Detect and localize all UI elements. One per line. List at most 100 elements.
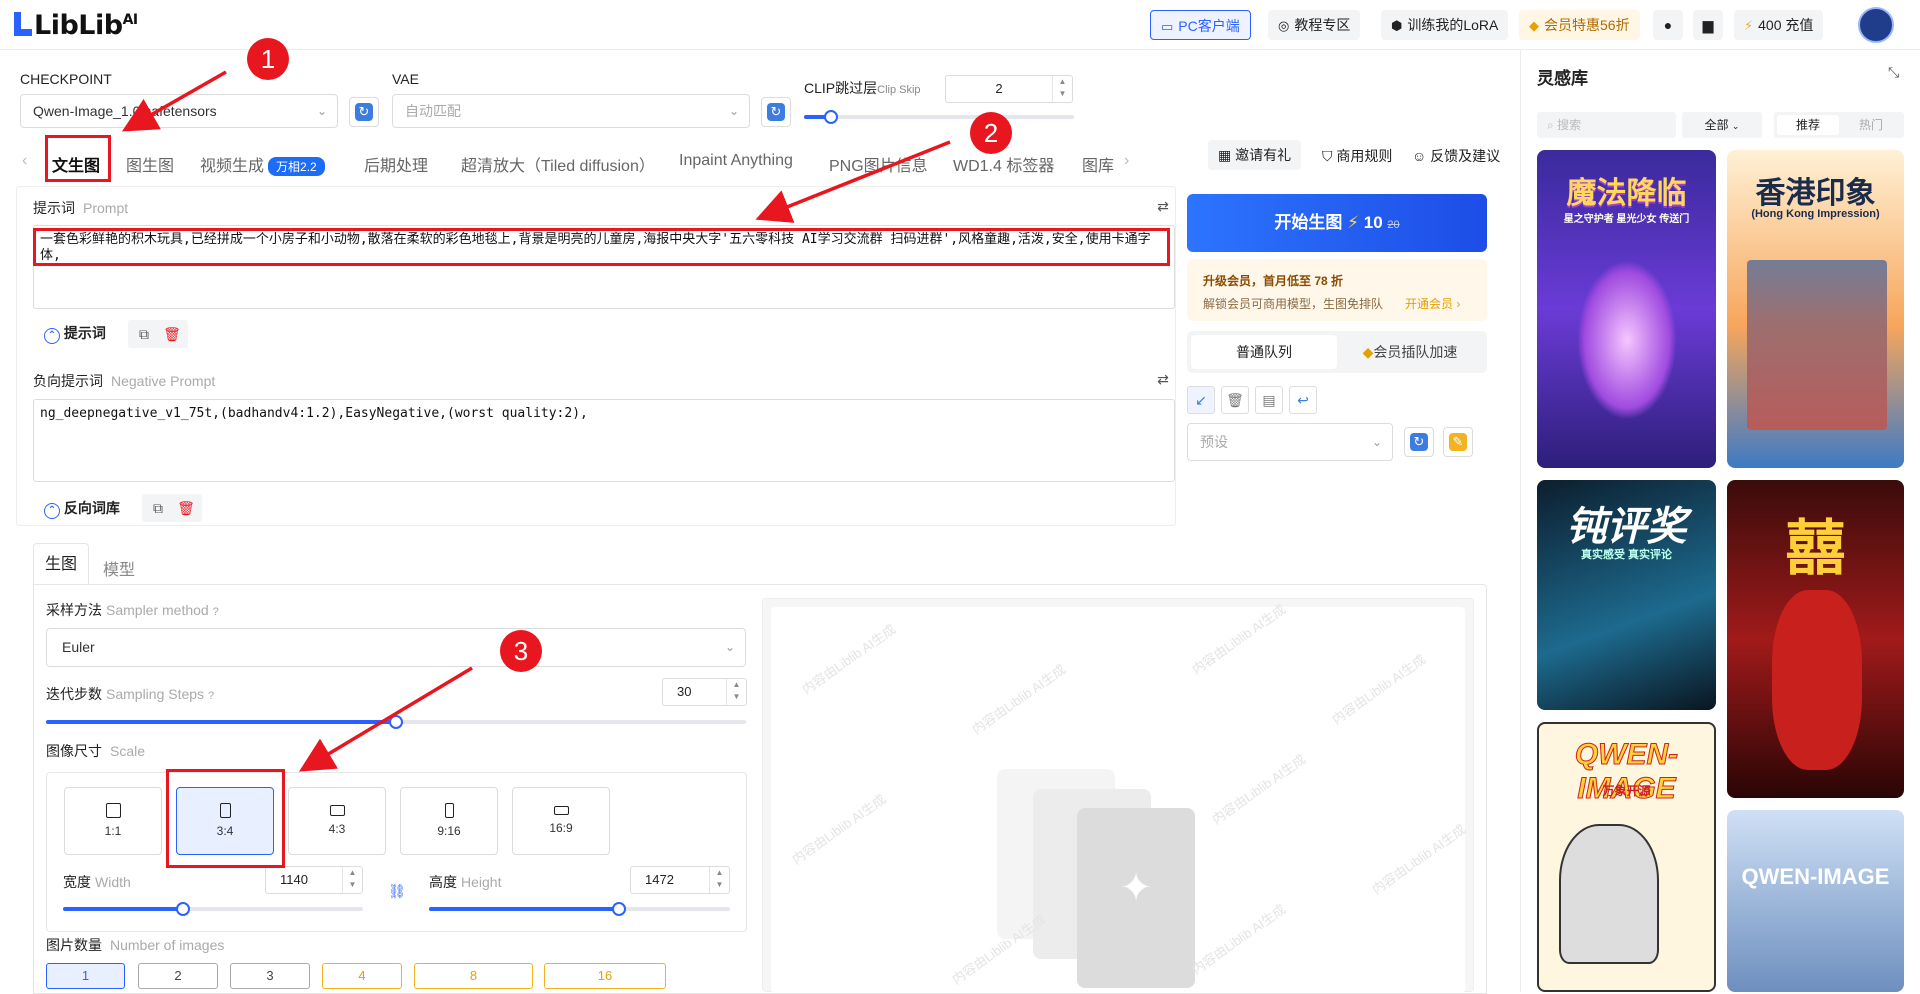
help-icon[interactable]: ? <box>208 690 214 702</box>
inspiration-card[interactable]: 囍 <box>1727 480 1904 798</box>
help-icon[interactable]: ? <box>213 606 219 618</box>
sampler-label: 采样方法 Sampler method ? <box>46 602 219 618</box>
logo-mark-icon <box>14 12 32 36</box>
tabs-scroll-right-icon[interactable]: › <box>1124 152 1129 170</box>
count-option-16[interactable]: 16 <box>544 963 666 989</box>
tab-hot[interactable]: 热门 <box>1840 115 1902 135</box>
checkpoint-label: CHECKPOINT <box>20 71 112 87</box>
preset-edit-button[interactable]: ✎ <box>1443 427 1473 457</box>
invite-link[interactable]: ▦ 邀请有礼 <box>1208 140 1302 170</box>
clip-skip-slider[interactable] <box>804 110 1074 124</box>
inspiration-card[interactable]: 魔法降临 星之守护者 星光少女 传送门 <box>1537 150 1716 468</box>
height-input[interactable]: 1472 ▲ ▼ <box>630 866 730 894</box>
preset-select[interactable]: 预设 ⌄ <box>1187 423 1393 461</box>
clip-skip-input[interactable]: 2 ▲ ▼ <box>945 75 1073 103</box>
stepper-arrows-icon[interactable]: ▲ ▼ <box>1052 76 1072 102</box>
collapse-icon[interactable]: ⤡ <box>1888 64 1899 81</box>
train-lora-button[interactable]: ⬢ 训练我的LoRA <box>1381 10 1509 40</box>
tab-img2img[interactable]: 图生图 <box>126 152 174 176</box>
copy-icon[interactable]: ⧉ <box>148 498 168 518</box>
annotation-badge-2: 2 <box>970 112 1012 154</box>
trash-icon[interactable]: 🗑 <box>176 498 196 518</box>
prompt-library-toggle[interactable]: ⌃ 提示词 <box>44 323 106 344</box>
stepper-arrows-icon[interactable]: ▲ ▼ <box>709 867 729 893</box>
link-icon[interactable]: ⛓ <box>386 880 408 902</box>
chevron-up-icon: ⌃ <box>44 328 60 344</box>
inspiration-filter[interactable]: 全部 ⌄ <box>1682 112 1762 138</box>
generate-button[interactable]: 开始生图 ⚡ 10 20 <box>1187 194 1487 252</box>
negative-library-toggle[interactable]: ⌃ 反向词库 <box>44 498 120 519</box>
recharge-button[interactable]: ⚡ 400 充值 <box>1734 10 1824 40</box>
inspiration-card[interactable]: 钝评奖 真实感受 真实评论 <box>1537 480 1716 710</box>
inspiration-card[interactable]: 香港印象 (Hong Kong Impression) <box>1727 150 1904 468</box>
ratio-9-16[interactable]: 9:16 <box>400 787 498 855</box>
count-option-3[interactable]: 3 <box>230 963 310 989</box>
trash-icon[interactable]: 🗑 <box>162 324 182 344</box>
user-avatar[interactable] <box>1858 7 1894 43</box>
count-option-2[interactable]: 2 <box>138 963 218 989</box>
tab-tiled-diffusion[interactable]: 超清放大（Tiled diffusion） <box>461 152 655 176</box>
annotation-box-3 <box>166 769 285 868</box>
open-vip-link[interactable]: 开通会员 › <box>1405 295 1460 312</box>
tab-recommended[interactable]: 推荐 <box>1777 115 1839 135</box>
checkpoint-refresh-button[interactable]: ↻ <box>349 97 379 127</box>
width-label: 宽度 Width <box>63 874 131 890</box>
tabs-scroll-left-icon[interactable]: ‹ <box>22 152 27 170</box>
vip-discount-button[interactable]: ◆ 会员特惠56折 <box>1519 10 1640 40</box>
top-bar: LibLibAI ▭ PC客户端 ◎ 教程专区 ⬢ 训练我的LoRA ◆ 会员特惠56折… <box>0 0 1920 50</box>
count-option-1[interactable]: 1 <box>46 963 125 989</box>
negative-tools: ⧉ 🗑 <box>142 494 202 522</box>
vae-refresh-button[interactable]: ↻ <box>761 97 791 127</box>
tab-gallery[interactable]: 图库 <box>1082 152 1114 176</box>
liblib-logo[interactable]: LibLibAI <box>14 10 138 41</box>
vip-queue-button[interactable]: ◆会员插队加速 <box>1337 335 1483 369</box>
tab-postprocess[interactable]: 后期处理 <box>364 152 428 176</box>
height-label: 高度 Height <box>429 874 502 890</box>
compass-icon: ◎ <box>1278 18 1290 33</box>
inspiration-search[interactable]: ⌕ 搜索 <box>1537 112 1676 138</box>
tab-wd14-tagger[interactable]: WD1.4 标签器 <box>953 152 1054 176</box>
send-icon[interactable]: ↙ <box>1187 386 1215 414</box>
steps-input[interactable]: 30 ▲ ▼ <box>662 678 747 706</box>
messages-button[interactable]: ● <box>1653 10 1683 40</box>
undo-icon[interactable]: ↩ <box>1289 386 1317 414</box>
inspiration-card[interactable]: QWEN-IMAGE 万象开源 <box>1537 722 1716 992</box>
ratio-16-9[interactable]: 16:9 <box>512 787 610 855</box>
checkpoint-select[interactable]: Qwen-Image_1.0.safetensors ⌄ <box>20 94 338 128</box>
ratio-4-3[interactable]: 4:3 <box>288 787 386 855</box>
trash-icon[interactable]: 🗑 <box>1221 386 1249 414</box>
preset-refresh-button[interactable]: ↻ <box>1404 427 1434 457</box>
negative-prompt-input[interactable]: ng_deepnegative_v1_75t,(badhandv4:1.2),E… <box>33 399 1175 482</box>
width-input[interactable]: 1140 ▲ ▼ <box>265 866 363 894</box>
preview-area: ✦ 内容由Liblib AI生成 内容由Liblib AI生成 内容由Libli… <box>762 598 1474 993</box>
tab-png-info[interactable]: PNG图片信息 <box>829 152 928 176</box>
ratio-1-1[interactable]: 1:1 <box>64 787 162 855</box>
subtab-model[interactable]: 模型 <box>103 556 135 580</box>
steps-slider[interactable] <box>46 715 746 729</box>
normal-queue-button[interactable]: 普通队列 <box>1191 335 1337 369</box>
height-slider[interactable] <box>429 902 730 916</box>
note-icon[interactable]: ▤ <box>1255 386 1283 414</box>
negative-prompt-label: 负向提示词 Negative Prompt <box>33 373 216 389</box>
clip-skip-label: CLIP跳过层Clip Skip <box>804 80 921 96</box>
stepper-arrows-icon[interactable]: ▲ ▼ <box>726 679 746 705</box>
pc-client-button[interactable]: ▭ PC客户端 <box>1150 10 1251 40</box>
count-option-8[interactable]: 8 <box>414 963 533 989</box>
tall-icon <box>444 803 454 818</box>
commercial-rules-link[interactable]: ⛉ 商用规则 <box>1322 146 1392 166</box>
translate-icon[interactable]: ⇄ <box>1153 196 1173 216</box>
tab-inpaint[interactable]: Inpaint Anything <box>679 152 793 170</box>
translate-icon[interactable]: ⇄ <box>1153 369 1173 389</box>
inspiration-card[interactable]: QWEN-IMAGE <box>1727 810 1904 992</box>
count-option-4[interactable]: 4 <box>322 963 402 989</box>
files-button[interactable]: ▆ <box>1693 10 1723 40</box>
tab-video[interactable]: 视频生成 万相2.2 <box>200 152 325 176</box>
sampler-select[interactable]: Euler ⌄ <box>46 628 746 667</box>
vae-select[interactable]: 自动匹配 ⌄ <box>392 94 750 128</box>
feedback-link[interactable]: ☺ 反馈及建议 <box>1412 146 1500 166</box>
width-slider[interactable] <box>63 902 363 916</box>
stepper-arrows-icon[interactable]: ▲ ▼ <box>342 867 362 893</box>
subtab-generate[interactable]: 生图 <box>33 543 89 585</box>
copy-icon[interactable]: ⧉ <box>134 324 154 344</box>
tutorial-button[interactable]: ◎ 教程专区 <box>1268 10 1361 40</box>
